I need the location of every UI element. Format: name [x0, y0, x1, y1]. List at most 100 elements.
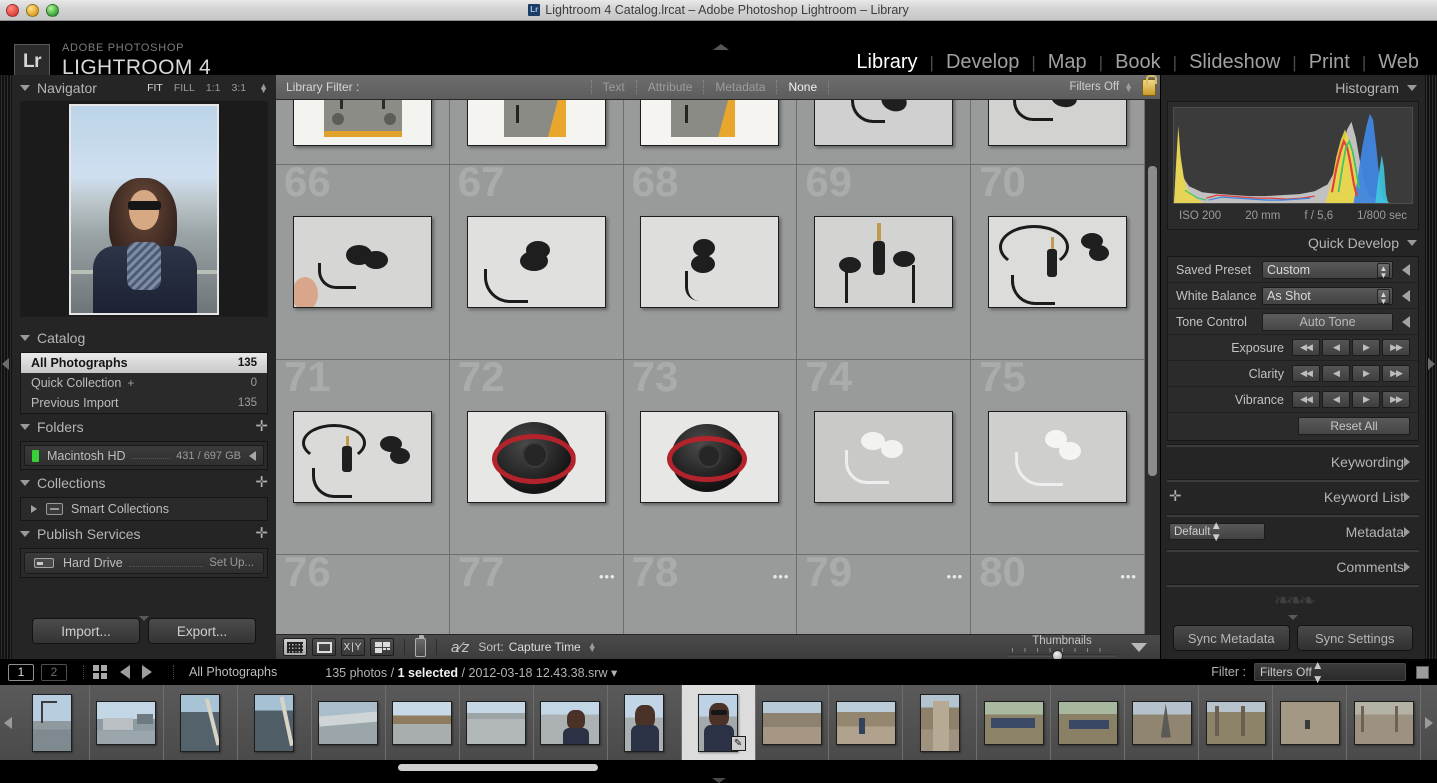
filmstrip-item[interactable]: [1199, 685, 1274, 760]
sort-stepper-icon[interactable]: ▲ ▼: [588, 641, 597, 654]
grid-view-button[interactable]: [283, 638, 307, 656]
filmstrip[interactable]: ✎: [0, 685, 1437, 760]
grid-scrollbar-thumb[interactable]: [1148, 166, 1157, 476]
saved-preset-select[interactable]: Custom ▲ ▼: [1262, 260, 1393, 279]
thumbnail-image[interactable]: [640, 100, 780, 146]
tone-control-expand-icon[interactable]: [1402, 315, 1410, 328]
filmstrip-thumbnail[interactable]: [835, 700, 896, 745]
window-controls[interactable]: [6, 4, 59, 17]
folder-disclosure-icon[interactable]: [249, 450, 256, 461]
metadata-preset-select[interactable]: Default ▲ ▼: [1169, 520, 1265, 544]
grid-cell[interactable]: 72: [450, 356, 624, 554]
keyword-list-header[interactable]: ✛ Keyword List: [1161, 482, 1425, 511]
grid-cell[interactable]: 79 •••: [797, 551, 972, 634]
zoom-stepper-icon[interactable]: ▲ ▼: [259, 81, 268, 94]
vibrance-increase-large-button[interactable]: ▶▶: [1382, 391, 1410, 408]
zoom-3-1[interactable]: 3:1: [231, 82, 246, 94]
filmstrip-thumbnail[interactable]: [32, 693, 73, 752]
vibrance-decrease-large-button[interactable]: ◀◀: [1292, 391, 1320, 408]
chevron-down-icon[interactable]: [20, 479, 30, 486]
grid-cell[interactable]: 80 •••: [971, 551, 1145, 634]
cell-more-icon[interactable]: •••: [773, 569, 790, 584]
filmstrip-item[interactable]: [1347, 685, 1422, 760]
chevron-down-icon[interactable]: [1407, 239, 1417, 246]
filmstrip-item[interactable]: [1273, 685, 1348, 760]
thumbnail-grid[interactable]: 66 67 68 69 70 71 72 73 74 75 76 77 ••• …: [276, 100, 1145, 634]
quick-collection-plus-icon[interactable]: +: [127, 376, 134, 390]
survey-view-button[interactable]: [370, 638, 394, 656]
filmstrip-thumbnail[interactable]: [1279, 700, 1340, 745]
cell-more-icon[interactable]: •••: [599, 569, 616, 584]
exposure-increase-large-button[interactable]: ▶▶: [1382, 339, 1410, 356]
white-balance-select[interactable]: As Shot ▲ ▼: [1262, 286, 1393, 305]
go-forward-icon[interactable]: [142, 665, 152, 679]
filmstrip-item[interactable]: [534, 685, 608, 760]
thumbnail-image[interactable]: [988, 411, 1128, 503]
publish-item-hard-drive[interactable]: Hard Drive Set Up...: [24, 552, 264, 574]
module-book[interactable]: Book: [1103, 51, 1173, 74]
vibrance-decrease-button[interactable]: ◀: [1322, 391, 1350, 408]
filmstrip-item[interactable]: [460, 685, 534, 760]
filmstrip-filter-select[interactable]: Filters Off ▲ ▼: [1254, 658, 1406, 686]
thumbnail-image[interactable]: [292, 100, 432, 146]
module-slideshow[interactable]: Slideshow: [1177, 51, 1292, 74]
thumbnail-image[interactable]: [814, 411, 954, 503]
thumbnail-size-control[interactable]: Thumbnails: [1008, 635, 1116, 661]
folder-item-macintosh-hd[interactable]: Macintosh HD 431 / 697 GB: [24, 445, 264, 466]
cell-more-icon[interactable]: •••: [1120, 569, 1137, 584]
chevron-left-icon[interactable]: [1404, 491, 1410, 502]
painter-tool-icon[interactable]: [415, 634, 426, 657]
grid-cell[interactable]: 76: [276, 551, 450, 634]
navigator-header[interactable]: Navigator FIT FILL 1:1 3:1 ▲ ▼: [12, 75, 276, 100]
develop-badge-icon[interactable]: ✎: [730, 736, 746, 751]
grid-cell[interactable]: 71: [276, 356, 450, 554]
filmstrip-item[interactable]: [312, 685, 386, 760]
filmstrip-thumbnail[interactable]: [624, 693, 665, 752]
top-panel-toggle-icon[interactable]: [713, 44, 729, 50]
thumbnail-image[interactable]: [814, 100, 954, 146]
comments-header[interactable]: Comments: [1161, 552, 1425, 581]
right-panel-collapse-handle[interactable]: [1425, 75, 1437, 659]
filters-stepper-icon[interactable]: ▲ ▼: [1124, 81, 1133, 94]
filmstrip-item[interactable]: [608, 685, 682, 760]
select-stepper-icon[interactable]: ▲ ▼: [1377, 288, 1390, 305]
add-keyword-icon[interactable]: ✛: [1169, 489, 1182, 504]
chevron-left-icon[interactable]: [1404, 456, 1410, 467]
auto-tone-button[interactable]: Auto Tone: [1262, 312, 1393, 331]
thumbnail-image[interactable]: [988, 100, 1128, 146]
thumbnail-image[interactable]: [988, 216, 1128, 308]
filmstrip-item[interactable]: [977, 685, 1052, 760]
clarity-decrease-button[interactable]: ◀: [1322, 365, 1350, 382]
filters-state-dropdown[interactable]: Filters Off ▲ ▼: [1069, 81, 1138, 94]
filmstrip-item[interactable]: [238, 685, 312, 760]
module-library[interactable]: Library: [844, 51, 929, 74]
right-panel-collapse-icon[interactable]: [1428, 358, 1435, 370]
filter-tab-metadata[interactable]: Metadata: [703, 80, 776, 94]
filmstrip-item[interactable]: [756, 685, 830, 760]
quick-develop-header[interactable]: Quick Develop: [1161, 230, 1425, 255]
filmstrip-thumbnail[interactable]: [180, 693, 221, 752]
filmstrip-item[interactable]: [1051, 685, 1126, 760]
module-develop[interactable]: Develop: [934, 51, 1031, 74]
keywording-header[interactable]: Keywording: [1161, 447, 1425, 476]
grid-cell[interactable]: [971, 100, 1145, 164]
minimize-window-button[interactable]: [26, 4, 39, 17]
exposure-increase-button[interactable]: ▶: [1352, 339, 1380, 356]
filmstrip-page-2-button[interactable]: 2: [41, 663, 67, 681]
filmstrip-thumbnail[interactable]: [1131, 700, 1192, 745]
filmstrip-item[interactable]: [90, 685, 164, 760]
thumbnail-image[interactable]: [640, 216, 780, 308]
grid-cell[interactable]: 70: [971, 161, 1145, 359]
filmstrip-next-button[interactable]: [1421, 716, 1437, 729]
filmstrip-thumbnail[interactable]: [392, 700, 453, 745]
thumbnail-image[interactable]: [292, 411, 432, 503]
thumbnail-image[interactable]: [466, 216, 606, 308]
close-window-button[interactable]: [6, 4, 19, 17]
histogram-header[interactable]: Histogram: [1161, 75, 1425, 100]
sync-settings-button[interactable]: Sync Settings: [1296, 625, 1413, 651]
saved-preset-expand-icon[interactable]: [1402, 263, 1410, 276]
exposure-decrease-large-button[interactable]: ◀◀: [1292, 339, 1320, 356]
navigator-preview[interactable]: [20, 101, 268, 317]
chevron-left-icon[interactable]: [1404, 561, 1410, 572]
right-panel-end-marker[interactable]: [1161, 611, 1425, 623]
